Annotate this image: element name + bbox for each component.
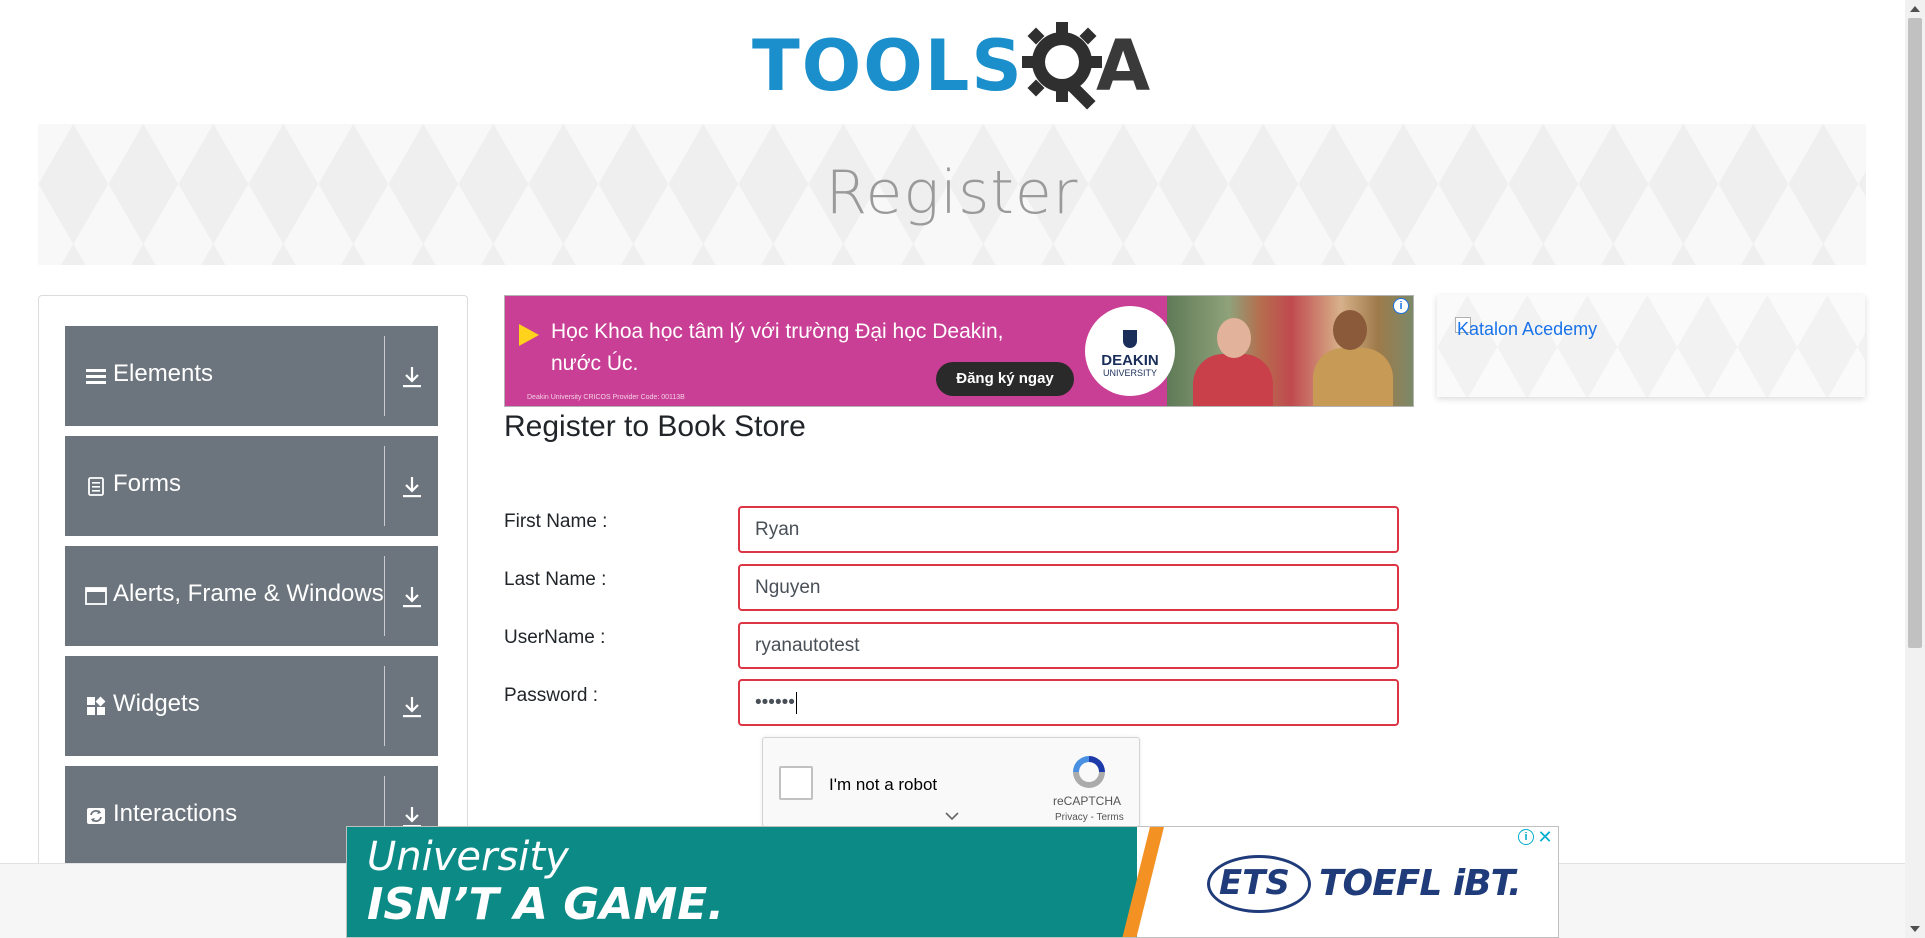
text-caret xyxy=(795,691,797,714)
deakin-crest-icon xyxy=(1123,330,1137,348)
ad-register-button[interactable]: Đăng ký ngay xyxy=(936,362,1074,396)
chevron-down-icon[interactable] xyxy=(943,810,961,822)
logo-accent-letter: A xyxy=(1096,25,1151,107)
katalon-ad-link[interactable]: Katalon Acedemy xyxy=(1457,319,1597,340)
first-name-value: Ryan xyxy=(755,519,800,540)
last-name-value: Nguyen xyxy=(755,577,821,598)
download-arrow-icon[interactable] xyxy=(400,364,424,390)
recaptcha-label: I'm not a robot xyxy=(829,775,938,794)
window-icon xyxy=(85,587,107,605)
password-label: Password : xyxy=(504,685,598,706)
ad-fine-print: Deakin University CRICOS Provider Code: … xyxy=(527,394,685,401)
recaptcha-brand: reCAPTCHA xyxy=(1053,794,1122,808)
password-value: •••••• xyxy=(755,692,795,713)
last-name-input[interactable]: Nguyen xyxy=(738,564,1399,611)
vertical-scrollbar[interactable] xyxy=(1905,0,1925,938)
deakin-ad-banner[interactable]: Học Khoa học tâm lý với trường Đại học D… xyxy=(504,295,1414,407)
sidebar-group-widgets[interactable]: Widgets xyxy=(65,656,438,756)
form-title: Register to Book Store xyxy=(504,410,806,443)
sidebar-group-forms[interactable]: Forms xyxy=(65,436,438,536)
username-input[interactable]: ryanautotest xyxy=(738,622,1399,669)
scroll-down-arrow-icon[interactable] xyxy=(1910,926,1920,932)
toefl-ibt-logo: TOEFL iBT. xyxy=(1319,863,1522,904)
sidebar-group-label: Alerts, Frame & Windows xyxy=(113,580,384,607)
sidebar-group-label: Forms xyxy=(113,470,181,497)
sidebar-group-elements[interactable]: Elements xyxy=(65,326,438,426)
scroll-up-arrow-icon[interactable] xyxy=(1910,6,1920,12)
username-label: UserName : xyxy=(504,627,606,648)
sidebar-group-label: Widgets xyxy=(113,690,200,717)
recaptcha-privacy-terms[interactable]: Privacy - Terms xyxy=(1055,812,1124,823)
hamburger-icon xyxy=(86,369,106,384)
deakin-logo: DEAKIN UNIVERSITY xyxy=(1085,306,1175,396)
katalon-side-ad[interactable]: Katalon Acedemy xyxy=(1437,295,1865,397)
logo-text: TOOLS xyxy=(752,25,1024,107)
refresh-icon xyxy=(87,808,105,824)
sidebar-group-alerts-frame-windows[interactable]: Alerts, Frame & Windows xyxy=(65,546,438,646)
toefl-ad-banner[interactable]: University ISN’T A GAME. ETS TOEFL iBT. … xyxy=(346,826,1559,938)
divider xyxy=(384,556,385,636)
password-input[interactable]: •••••• xyxy=(738,679,1399,726)
ets-logo-text: ETS xyxy=(1219,863,1290,903)
first-name-input[interactable]: Ryan xyxy=(738,506,1399,553)
play-arrow-icon xyxy=(519,324,539,346)
download-arrow-icon[interactable] xyxy=(400,584,424,610)
widgets-icon xyxy=(87,696,106,715)
ad-headline-line2: nước Úc. xyxy=(551,352,639,375)
sidebar-group-label: Elements xyxy=(113,360,214,387)
recaptcha-checkbox[interactable] xyxy=(779,766,813,800)
download-arrow-icon[interactable] xyxy=(400,474,424,500)
toolsqa-logo[interactable]: TOOLS A xyxy=(752,18,1157,114)
username-value: ryanautotest xyxy=(755,635,860,656)
ad-info-icon[interactable]: i xyxy=(1393,298,1409,314)
ad-slogan: University ISN’T A GAME. xyxy=(367,833,724,929)
ad-info-icon[interactable]: i xyxy=(1518,829,1534,845)
download-arrow-icon[interactable] xyxy=(400,694,424,720)
deakin-brand-name: DEAKIN xyxy=(1101,352,1159,369)
divider xyxy=(384,666,385,746)
ad-close-icon[interactable]: ✕ xyxy=(1536,827,1554,847)
sidebar-group-label: Interactions xyxy=(113,800,238,827)
scroll-thumb[interactable] xyxy=(1908,18,1922,648)
divider xyxy=(384,336,385,416)
last-name-label: Last Name : xyxy=(504,569,607,590)
document-icon xyxy=(88,477,104,496)
deakin-brand-sub: UNIVERSITY xyxy=(1102,368,1157,378)
ad-controls: i ✕ xyxy=(1514,827,1558,847)
first-name-label: First Name : xyxy=(504,511,608,532)
divider xyxy=(384,446,385,526)
ad-photo xyxy=(1167,296,1413,406)
ad-headline-line1: Học Khoa học tâm lý với trường Đại học D… xyxy=(551,320,1004,343)
ad-slogan-line2: ISN’T A GAME. xyxy=(367,879,725,930)
ad-slogan-line1: University xyxy=(367,834,569,880)
recaptcha-widget: I'm not a robot reCAPTCHA Privacy - Term… xyxy=(762,737,1140,827)
recaptcha-logo-icon xyxy=(1073,756,1105,788)
page-title: Register xyxy=(825,158,1079,228)
page-banner: Register xyxy=(38,124,1866,265)
